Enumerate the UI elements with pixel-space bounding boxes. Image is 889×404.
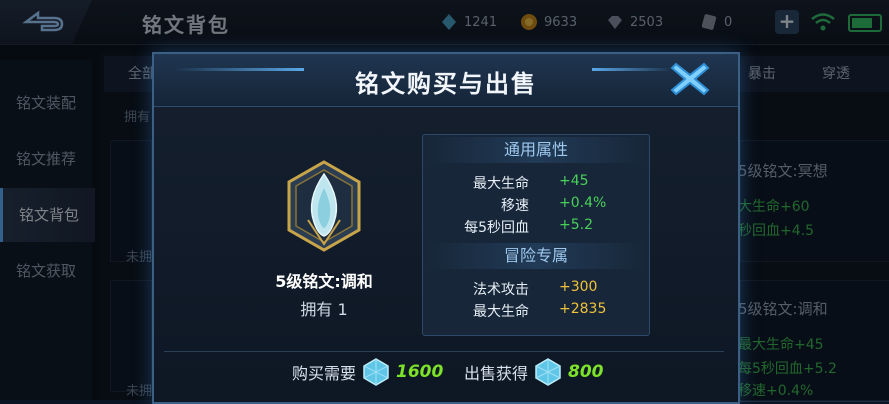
- rune-name: 5级铭文:调和: [275, 272, 373, 291]
- sell-label: 出售获得: [464, 364, 529, 383]
- attribute-value: +0.4%: [559, 195, 607, 211]
- close-icon: [670, 62, 710, 96]
- dialog-title: 铭文购买与出售: [355, 70, 537, 98]
- attribute-row: 移速 +0.4%: [423, 193, 649, 215]
- buy-value: 1600: [396, 362, 444, 382]
- adventure-attributes-header: 冒险专属: [423, 243, 649, 269]
- crystal-icon: [535, 358, 561, 386]
- sell-price[interactable]: 出售获得 800: [464, 358, 604, 386]
- attribute-value: +300: [559, 279, 598, 295]
- sell-value: 800: [568, 362, 604, 382]
- buy-sell-dialog: 铭文购买与出售 5级铭文:调和 拥有 1 通用属性 最大生命 +45 移速 +0…: [152, 52, 740, 404]
- attribute-value: +45: [559, 173, 589, 189]
- rune-owned-count: 拥有 1: [300, 300, 348, 319]
- attribute-row: 最大生命 +45: [423, 171, 649, 193]
- close-button[interactable]: [666, 56, 714, 102]
- buy-price[interactable]: 购买需要 1600: [292, 358, 443, 386]
- rune-hexagon-icon: [287, 160, 361, 252]
- attribute-value: +5.2: [559, 217, 593, 233]
- attribute-label: 最大生命: [473, 304, 529, 320]
- attribute-row: 每5秒回血 +5.2: [423, 215, 649, 237]
- attribute-label: 法术攻击: [473, 282, 529, 298]
- crystal-icon: [363, 358, 389, 386]
- attribute-row: 最大生命 +2835: [423, 299, 649, 321]
- buy-label: 购买需要: [292, 364, 357, 383]
- attribute-panel: 通用属性 最大生命 +45 移速 +0.4% 每5秒回血 +5.2 冒险专属 法…: [422, 134, 650, 336]
- footer-divider: [164, 351, 724, 352]
- attribute-label: 每5秒回血: [464, 220, 529, 236]
- attribute-row: 法术攻击 +300: [423, 277, 649, 299]
- general-attributes-header: 通用属性: [423, 137, 649, 163]
- attribute-value: +2835: [559, 301, 607, 317]
- attribute-label: 移速: [501, 198, 529, 214]
- dialog-header: 铭文购买与出售: [154, 54, 738, 107]
- attribute-label: 最大生命: [473, 176, 529, 192]
